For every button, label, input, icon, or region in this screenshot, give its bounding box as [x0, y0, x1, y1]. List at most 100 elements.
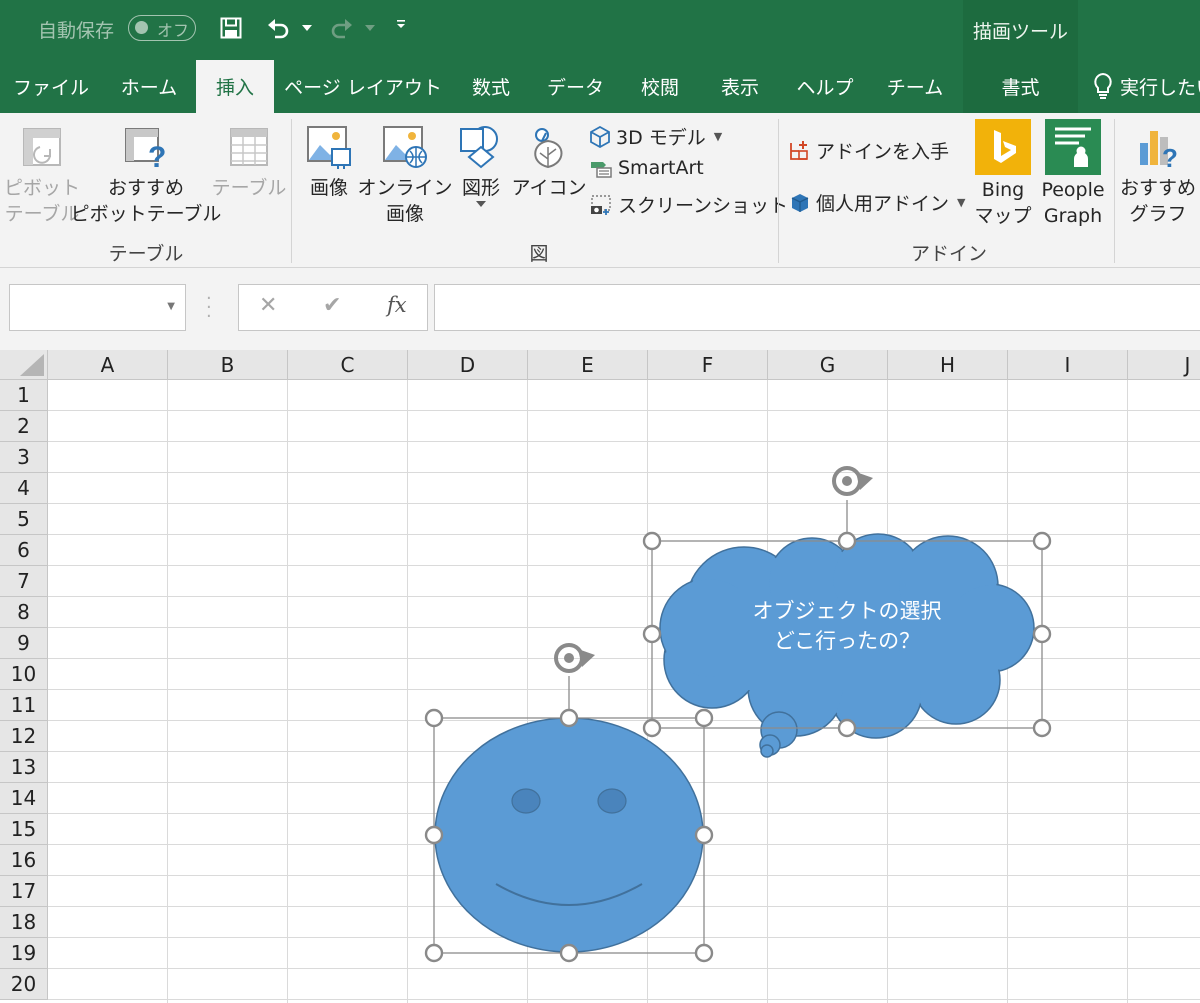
column-header-c[interactable]: C: [288, 350, 408, 380]
tab-data[interactable]: データ: [533, 60, 618, 113]
table-button[interactable]: テーブル: [212, 125, 286, 201]
row-header-12[interactable]: 12: [0, 721, 48, 752]
column-header-j[interactable]: J: [1128, 350, 1200, 380]
row-header-3[interactable]: 3: [0, 442, 48, 473]
recommended-charts-icon: ?: [1140, 131, 1178, 169]
tab-insert[interactable]: 挿入: [196, 60, 274, 113]
screenshot-button[interactable]: スクリーンショット ▼: [590, 191, 805, 218]
group-separator: [1114, 119, 1115, 263]
tab-team[interactable]: チーム: [872, 60, 958, 113]
grid-line: [48, 999, 1200, 1000]
row-header-7[interactable]: 7: [0, 566, 48, 597]
grid-line: [48, 937, 1200, 938]
callout-text-line-1: オブジェクトの選択: [752, 599, 942, 623]
group-label-table: テーブル: [108, 243, 184, 265]
row-header-16[interactable]: 16: [0, 845, 48, 876]
formula-input[interactable]: [434, 284, 1200, 331]
row-header-10[interactable]: 10: [0, 659, 48, 690]
tab-formulas[interactable]: 数式: [455, 60, 527, 113]
grid-line: [48, 813, 1200, 814]
column-header-d[interactable]: D: [408, 350, 528, 380]
recommended-pivot-table-button[interactable]: ? おすすめ ピボットテーブル: [71, 125, 221, 227]
formula-bar-grip-icon[interactable]: · · ·: [206, 290, 212, 326]
tab-view[interactable]: 表示: [704, 60, 776, 113]
smartart-label: SmartArt: [618, 157, 704, 179]
recommended-charts-button[interactable]: ? おすすめ グラフ: [1118, 125, 1198, 227]
column-header-i[interactable]: I: [1008, 350, 1128, 380]
column-header-b[interactable]: B: [168, 350, 288, 380]
tab-page-layout[interactable]: ページ レイアウト: [278, 60, 448, 113]
cube-icon: [590, 125, 610, 148]
row-header-20[interactable]: 20: [0, 969, 48, 1000]
customize-toolbar-icon[interactable]: [396, 19, 406, 29]
tab-file[interactable]: ファイル: [6, 60, 96, 113]
column-header-g[interactable]: G: [768, 350, 888, 380]
undo-icon[interactable]: [266, 16, 292, 40]
screenshot-icon: [591, 194, 611, 215]
people-graph-button[interactable]: People Graph: [1036, 119, 1110, 229]
pivot-table-button[interactable]: ピボット テーブル: [4, 125, 80, 227]
row-header-6[interactable]: 6: [0, 535, 48, 566]
icons-button[interactable]: アイコン: [511, 125, 587, 201]
row-header-14[interactable]: 14: [0, 783, 48, 814]
row-header-9[interactable]: 9: [0, 628, 48, 659]
grid-line: [48, 472, 1200, 473]
grid-line: [48, 410, 1200, 411]
column-header-a[interactable]: A: [48, 350, 168, 380]
3d-models-label: 3D モデル: [616, 127, 706, 149]
picture-icon: [307, 126, 351, 169]
picture-button[interactable]: 画像: [300, 125, 358, 201]
grid-line: [167, 380, 168, 1003]
3d-models-button[interactable]: 3D モデル ▼: [590, 123, 722, 150]
online-picture-icon: [383, 126, 427, 168]
select-all-button[interactable]: [0, 350, 48, 380]
smartart-button[interactable]: SmartArt: [590, 157, 704, 179]
worksheet-grid[interactable]: ABCDEFGHIJ 1 2 3 4 5 6 7 8 9 10 11 12 13 14 15 16 17 18 19…: [0, 350, 1200, 1003]
row-header-8[interactable]: 8: [0, 597, 48, 628]
row-header-1[interactable]: 1: [0, 380, 48, 411]
chevron-down-icon[interactable]: ▼: [167, 301, 175, 312]
grid-line: [48, 534, 1200, 535]
bing-maps-button[interactable]: Bing マップ: [972, 119, 1034, 229]
row-header-4[interactable]: 4: [0, 473, 48, 504]
enter-icon[interactable]: ✔: [323, 293, 341, 318]
name-box[interactable]: ▼: [9, 284, 186, 331]
shapes-button[interactable]: 図形: [452, 125, 510, 207]
formula-bar: ▼ · · · ✕ ✔ fx: [0, 268, 1200, 350]
title-bar: 自動保存 オフ 描画ツール: [0, 0, 1200, 60]
row-header-2[interactable]: 2: [0, 411, 48, 442]
online-picture-button[interactable]: オンライン 画像: [358, 125, 453, 227]
row-header-17[interactable]: 17: [0, 876, 48, 907]
redo-icon[interactable]: [328, 16, 354, 40]
row-header-15[interactable]: 15: [0, 814, 48, 845]
callout-text[interactable]: オブジェクトの選択 どこ行ったの？: [652, 596, 1042, 656]
insert-function-icon[interactable]: fx: [387, 293, 407, 317]
my-addins-button[interactable]: 個人用アドイン ▼: [790, 189, 965, 216]
row-header-18[interactable]: 18: [0, 907, 48, 938]
tab-format[interactable]: 書式: [963, 60, 1078, 113]
online-picture-label-2: 画像: [385, 203, 424, 225]
row-header-5[interactable]: 5: [0, 504, 48, 535]
save-icon[interactable]: [220, 17, 242, 39]
tab-review[interactable]: 校閲: [624, 60, 696, 113]
icons-icon: [534, 128, 563, 169]
row-header-13[interactable]: 13: [0, 752, 48, 783]
get-addins-button[interactable]: アドインを入手: [788, 137, 949, 164]
grid-line: [48, 844, 1200, 845]
tab-help[interactable]: ヘルプ: [784, 60, 866, 113]
redo-dropdown-icon[interactable]: [365, 25, 375, 31]
pivot-table-icon: [23, 128, 61, 166]
cancel-icon[interactable]: ✕: [259, 293, 277, 318]
grid-line: [1007, 380, 1008, 1003]
group-label-illustrations: 図: [529, 243, 549, 265]
row-header-11[interactable]: 11: [0, 690, 48, 721]
column-header-e[interactable]: E: [528, 350, 648, 380]
autosave-toggle[interactable]: オフ: [128, 15, 196, 41]
tab-home[interactable]: ホーム: [103, 60, 195, 113]
bing-label-1: Bing: [981, 179, 1025, 201]
column-header-h[interactable]: H: [888, 350, 1008, 380]
undo-dropdown-icon[interactable]: [302, 25, 312, 31]
column-header-f[interactable]: F: [648, 350, 768, 380]
row-header-19[interactable]: 19: [0, 938, 48, 969]
tell-me-search[interactable]: 実行したい: [1120, 60, 1200, 113]
